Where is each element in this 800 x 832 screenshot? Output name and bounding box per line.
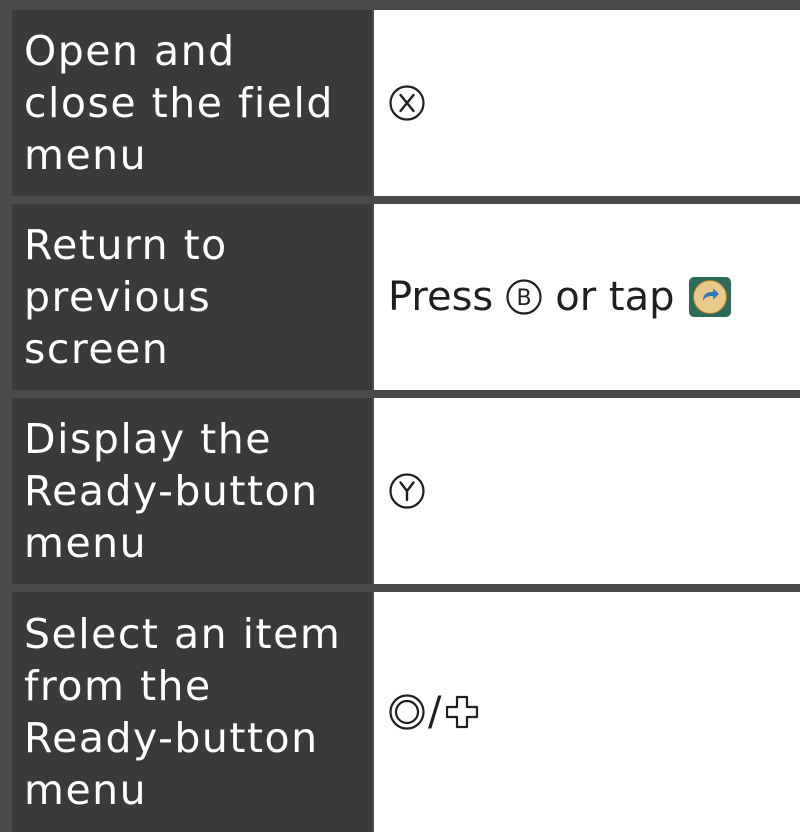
input-separator: / bbox=[428, 689, 442, 735]
action-label: Return to previous screen bbox=[24, 221, 228, 373]
or-tap-text: or tap bbox=[555, 274, 675, 320]
input-value-cell bbox=[374, 398, 800, 584]
input-value-cell: Press B or tap bbox=[374, 204, 800, 390]
action-label-cell: Open and close the field menu bbox=[12, 10, 372, 196]
input-value-line: Press B or tap bbox=[388, 274, 731, 320]
press-text: Press bbox=[388, 274, 494, 320]
input-value-cell bbox=[374, 10, 800, 196]
y-button-icon bbox=[389, 473, 425, 509]
action-label: Select an item from the Ready-button men… bbox=[24, 610, 342, 814]
input-value-cell: / bbox=[374, 592, 800, 832]
action-label: Display the Ready-button menu bbox=[24, 415, 319, 567]
controls-table: Open and close the field menu Return to … bbox=[0, 0, 800, 832]
dpad-icon bbox=[446, 695, 479, 729]
x-button-icon bbox=[389, 85, 425, 121]
b-button-icon: B bbox=[506, 279, 542, 315]
back-arrow-touch-icon[interactable] bbox=[688, 277, 731, 317]
action-label-cell: Display the Ready-button menu bbox=[12, 398, 372, 584]
input-value-line: / bbox=[388, 689, 481, 735]
table-row: Return to previous screen Press B or tap bbox=[0, 204, 800, 390]
action-label: Open and close the field menu bbox=[24, 27, 334, 179]
circle-pad-icon bbox=[389, 694, 425, 730]
table-row: Display the Ready-button menu bbox=[0, 398, 800, 584]
table-row: Open and close the field menu bbox=[0, 10, 800, 196]
action-label-cell: Return to previous screen bbox=[12, 204, 372, 390]
svg-text:B: B bbox=[517, 286, 532, 311]
action-label-cell: Select an item from the Ready-button men… bbox=[12, 592, 372, 832]
table-row: Select an item from the Ready-button men… bbox=[0, 592, 800, 832]
